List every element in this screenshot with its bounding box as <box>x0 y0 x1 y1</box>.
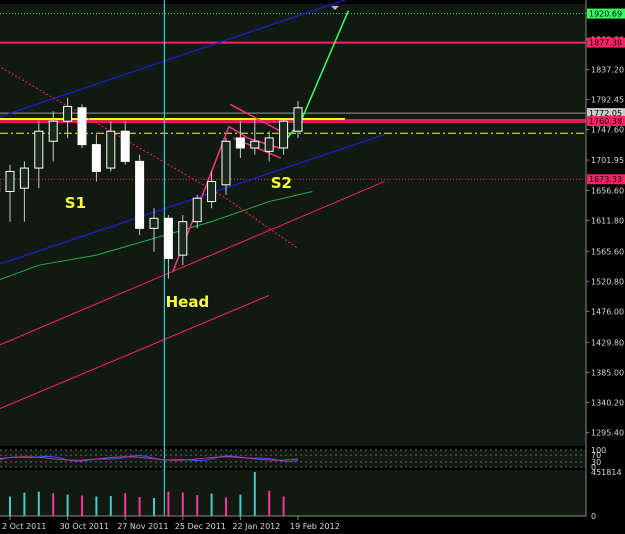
candle-bull <box>207 180 217 203</box>
y-tick-label: 1792.45 <box>591 95 624 104</box>
annotation-s1: S1 <box>65 194 86 212</box>
candle-bull <box>192 197 202 223</box>
y-tick-label: 1837.20 <box>591 65 624 74</box>
annotation-head: Head <box>166 293 210 311</box>
candle-bear <box>235 137 245 149</box>
candle-bear <box>135 160 145 229</box>
candle-bull <box>293 107 303 132</box>
candle-bull <box>63 105 73 122</box>
candle-bull <box>221 140 231 186</box>
price-chart: 10070300 4518140 S1HeadS2 1920.901882.30… <box>0 0 625 534</box>
candle-bull <box>5 170 15 193</box>
y-tick-label: 1747.60 <box>591 126 624 135</box>
y-tick-label: 1565.60 <box>591 247 624 256</box>
y-tick-label: 1340.20 <box>591 398 624 407</box>
date-label: 2 Oct 2011 <box>2 522 46 531</box>
candle-bull <box>250 140 260 149</box>
y-tick-label: 1701.95 <box>591 156 624 165</box>
volume-tick-label: 451814 <box>591 468 622 477</box>
y-tick-label: 1656.60 <box>591 186 624 195</box>
oscillator-panel <box>0 450 586 467</box>
candle-bull <box>264 137 274 152</box>
annotation-s2: S2 <box>271 174 292 192</box>
price-tag-label: 1760.38 <box>589 117 622 126</box>
date-label: 27 Nov 2011 <box>117 522 168 531</box>
candle-bull <box>34 130 44 169</box>
y-tick-label: 1611.80 <box>591 216 624 225</box>
volume-panel <box>0 470 586 516</box>
y-tick-label: 1385.00 <box>591 368 624 377</box>
candle-bull <box>178 221 188 256</box>
y-tick-label: 1429.80 <box>591 338 624 347</box>
candle-bull <box>149 217 159 229</box>
price-tag-label: 1673.33 <box>589 175 622 184</box>
date-label: 25 Dec 2011 <box>175 522 226 531</box>
candle-bear <box>120 130 130 162</box>
candle-bull <box>48 120 58 142</box>
candle-bear <box>77 107 87 146</box>
candle-bear <box>163 217 173 259</box>
candle-bull <box>19 167 29 189</box>
candle-bull <box>279 120 289 149</box>
date-label: 30 Oct 2011 <box>60 522 109 531</box>
price-tag-label: 1877.38 <box>589 39 622 48</box>
y-tick-label: 1476.00 <box>591 307 624 316</box>
price-tag-label: 1920.69 <box>589 10 622 19</box>
date-label: 19 Feb 2012 <box>290 522 340 531</box>
volume-tick-label: 0 <box>591 512 596 521</box>
y-tick-label: 1520.80 <box>591 277 624 286</box>
candle-bear <box>91 144 101 172</box>
candle-bull <box>106 130 116 169</box>
date-label: 22 Jan 2012 <box>232 522 280 531</box>
y-tick-label: 1295.40 <box>591 428 624 437</box>
price-panel <box>0 4 586 446</box>
